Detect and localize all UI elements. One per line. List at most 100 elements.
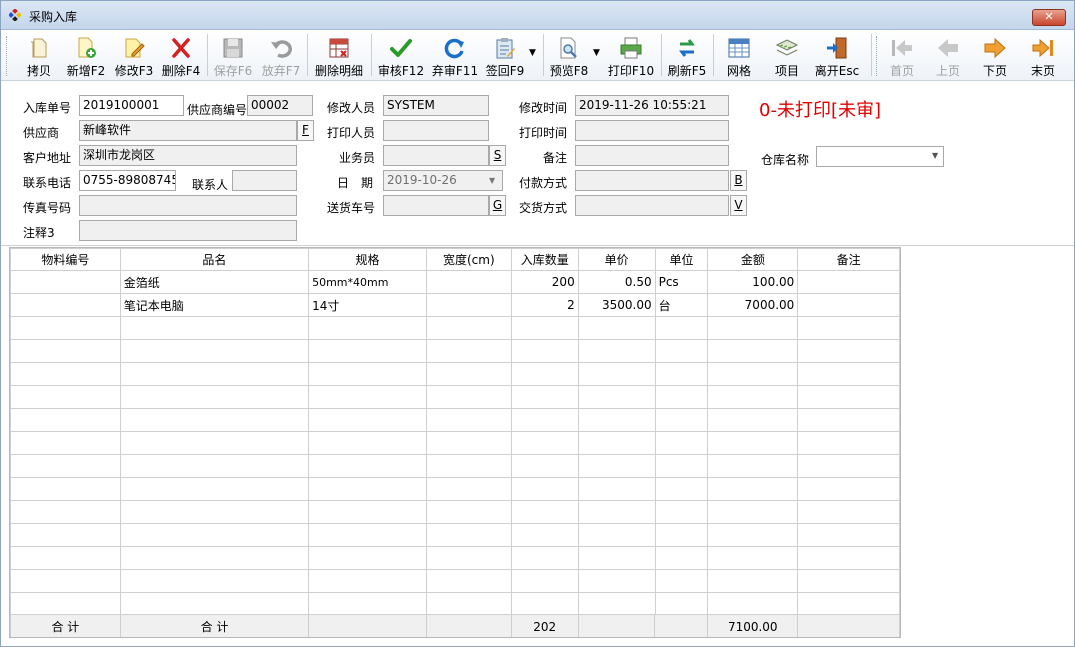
empty-cell[interactable] xyxy=(119,408,310,432)
empty-cell[interactable] xyxy=(425,316,512,340)
salesman-field[interactable] xyxy=(383,145,489,166)
audit-button[interactable]: 审核F12 xyxy=(375,32,427,78)
modifier-field[interactable]: SYSTEM xyxy=(383,95,489,116)
empty-cell[interactable] xyxy=(308,569,427,593)
empty-cell[interactable] xyxy=(510,408,579,432)
unaudit-button[interactable]: 弃审F11 xyxy=(429,32,481,78)
empty-cell[interactable] xyxy=(308,454,427,478)
empty-cell[interactable] xyxy=(797,523,900,547)
empty-table-row[interactable] xyxy=(10,569,900,593)
salesman-lookup-button[interactable]: S xyxy=(489,145,506,166)
empty-table-row[interactable] xyxy=(10,454,900,478)
col-header-quantity[interactable]: 入库数量 xyxy=(510,248,579,271)
prev-page-button[interactable]: 上页 xyxy=(927,32,969,78)
preview-dropdown-arrow-icon[interactable]: ▼ xyxy=(593,48,600,58)
empty-cell[interactable] xyxy=(10,316,121,340)
preview-button[interactable]: 预览F8 xyxy=(547,32,591,78)
empty-cell[interactable] xyxy=(308,385,427,409)
cell-quantity[interactable]: 2 xyxy=(510,293,579,317)
empty-cell[interactable] xyxy=(10,477,121,501)
close-button[interactable]: ✕ xyxy=(1032,9,1066,26)
empty-cell[interactable] xyxy=(119,316,310,340)
empty-cell[interactable] xyxy=(577,546,656,570)
empty-cell[interactable] xyxy=(10,339,121,363)
empty-cell[interactable] xyxy=(797,546,900,570)
empty-cell[interactable] xyxy=(797,477,900,501)
delivery-field[interactable] xyxy=(575,195,729,216)
new-button[interactable]: 新增F2 xyxy=(63,32,109,78)
empty-cell[interactable] xyxy=(10,569,121,593)
empty-table-row[interactable] xyxy=(10,431,900,455)
empty-cell[interactable] xyxy=(119,569,310,593)
empty-table-row[interactable] xyxy=(10,592,900,616)
empty-cell[interactable] xyxy=(510,362,579,386)
empty-cell[interactable] xyxy=(707,569,799,593)
empty-cell[interactable] xyxy=(577,592,656,616)
empty-cell[interactable] xyxy=(510,477,579,501)
sign-button[interactable]: 签回F9 xyxy=(483,32,527,78)
empty-cell[interactable] xyxy=(654,523,709,547)
cell-unit-price[interactable]: 0.50 xyxy=(577,270,656,294)
print-time-field[interactable] xyxy=(575,120,729,141)
fax-field[interactable] xyxy=(79,195,297,216)
supplier-field[interactable]: 新峰软件 xyxy=(79,120,297,141)
empty-cell[interactable] xyxy=(425,500,512,524)
next-page-button[interactable]: 下页 xyxy=(973,32,1017,78)
printer-field[interactable] xyxy=(383,120,489,141)
empty-cell[interactable] xyxy=(119,500,310,524)
empty-table-row[interactable] xyxy=(10,477,900,501)
empty-cell[interactable] xyxy=(797,362,900,386)
address-field[interactable]: 深圳市龙岗区 xyxy=(79,145,297,166)
empty-cell[interactable] xyxy=(797,592,900,616)
empty-cell[interactable] xyxy=(797,500,900,524)
sign-dropdown-arrow-icon[interactable]: ▼ xyxy=(529,48,536,58)
contact-field[interactable] xyxy=(232,170,297,191)
first-page-button[interactable]: 首页 xyxy=(881,32,923,78)
empty-cell[interactable] xyxy=(654,339,709,363)
order-no-field[interactable]: 2019100001 xyxy=(79,95,184,116)
edit-button[interactable]: 修改F3 xyxy=(111,32,157,78)
empty-cell[interactable] xyxy=(510,385,579,409)
empty-cell[interactable] xyxy=(308,408,427,432)
empty-table-row[interactable] xyxy=(10,500,900,524)
empty-cell[interactable] xyxy=(654,592,709,616)
truck-lookup-button[interactable]: G xyxy=(489,195,506,216)
cell-remark[interactable] xyxy=(797,270,900,294)
empty-cell[interactable] xyxy=(797,385,900,409)
remark-field[interactable] xyxy=(575,145,729,166)
payment-field[interactable] xyxy=(575,170,729,191)
empty-cell[interactable] xyxy=(577,454,656,478)
warehouse-dropdown-arrow-icon[interactable]: ▼ xyxy=(932,151,938,160)
empty-cell[interactable] xyxy=(10,431,121,455)
exit-button[interactable]: 离开Esc xyxy=(811,32,863,78)
grid-button[interactable]: 网格 xyxy=(717,32,761,78)
refresh-button[interactable]: 刷新F5 xyxy=(665,32,709,78)
empty-cell[interactable] xyxy=(707,362,799,386)
cell-product-name[interactable]: 笔记本电脑 xyxy=(119,293,310,317)
item-button[interactable]: 项目 xyxy=(765,32,809,78)
print-button[interactable]: 打印F10 xyxy=(605,32,657,78)
empty-cell[interactable] xyxy=(654,500,709,524)
empty-cell[interactable] xyxy=(119,523,310,547)
modify-time-field[interactable]: 2019-11-26 10:55:21 xyxy=(575,95,729,116)
col-header-product-name[interactable]: 品名 xyxy=(119,248,310,271)
empty-cell[interactable] xyxy=(425,523,512,547)
empty-cell[interactable] xyxy=(510,339,579,363)
truck-field[interactable] xyxy=(383,195,489,216)
empty-cell[interactable] xyxy=(119,454,310,478)
empty-cell[interactable] xyxy=(707,316,799,340)
date-field[interactable]: 2019-10-26 xyxy=(383,170,503,191)
save-button[interactable]: 保存F6 xyxy=(210,32,256,78)
empty-cell[interactable] xyxy=(577,362,656,386)
cell-unit[interactable]: Pcs xyxy=(654,270,709,294)
empty-cell[interactable] xyxy=(425,454,512,478)
empty-cell[interactable] xyxy=(797,408,900,432)
cell-material-no[interactable] xyxy=(10,293,121,317)
payment-lookup-button[interactable]: B xyxy=(730,170,747,191)
cell-material-no[interactable] xyxy=(10,270,121,294)
delete-detail-button[interactable]: 删除明细 xyxy=(311,32,367,78)
empty-cell[interactable] xyxy=(707,408,799,432)
copy-button[interactable]: 拷贝 xyxy=(17,32,61,78)
empty-cell[interactable] xyxy=(707,431,799,455)
date-dropdown-arrow-icon[interactable]: ▼ xyxy=(489,176,495,185)
